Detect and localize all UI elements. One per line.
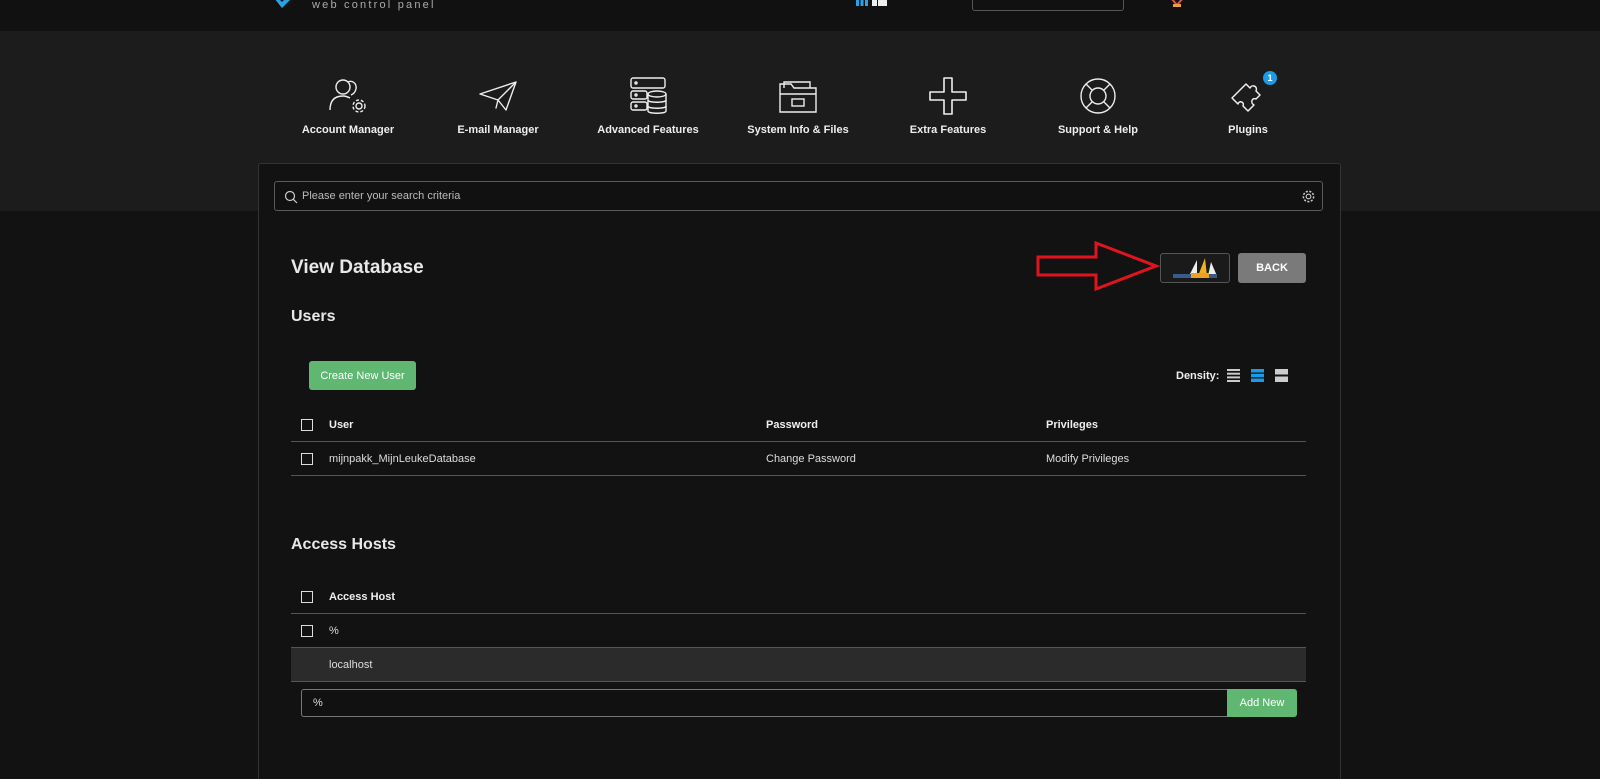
- nav-system-info-files[interactable]: System Info & Files: [723, 74, 873, 136]
- nav-label-advanced-features: Advanced Features: [597, 124, 699, 136]
- nav-label-system-info-files: System Info & Files: [747, 124, 849, 136]
- density-medium-icon[interactable]: [1251, 369, 1264, 382]
- user-row-checkbox[interactable]: [301, 453, 313, 465]
- lifebuoy-icon: [1080, 78, 1116, 114]
- nav-label-account-manager: Account Manager: [301, 124, 395, 136]
- column-header-password[interactable]: Password: [766, 419, 818, 431]
- nav-extra-features[interactable]: Extra Features: [873, 74, 1023, 136]
- plus-icon: [929, 77, 967, 115]
- nav-plugins[interactable]: 1 Plugins: [1173, 71, 1323, 136]
- phpmyadmin-button[interactable]: [1160, 253, 1230, 283]
- nav-label-plugins: Plugins: [1228, 124, 1268, 136]
- hosts-table-header: Access Host: [291, 580, 1306, 614]
- density-compact-icon[interactable]: [1227, 369, 1240, 382]
- nav-email-manager[interactable]: E-mail Manager: [423, 74, 573, 136]
- host-row-checkbox[interactable]: [301, 625, 313, 637]
- user-flag-icon[interactable]: [1170, 0, 1184, 7]
- nav-label-support-help: Support & Help: [1057, 124, 1139, 136]
- back-button[interactable]: BACK: [1238, 253, 1306, 283]
- column-header-user[interactable]: User: [329, 419, 353, 431]
- page-title: View Database: [291, 257, 424, 278]
- nav-label-extra-features: Extra Features: [909, 124, 987, 136]
- table-row: %: [291, 614, 1306, 648]
- phpmyadmin-logo-icon: [1173, 258, 1217, 278]
- folder-icon: [779, 81, 817, 113]
- table-row: localhost: [291, 648, 1306, 682]
- gear-icon[interactable]: [1301, 189, 1316, 204]
- search-bar: [274, 181, 1323, 211]
- nav-account-manager[interactable]: Account Manager: [273, 74, 423, 136]
- create-new-user-button[interactable]: Create New User: [309, 361, 416, 390]
- column-header-access-host[interactable]: Access Host: [329, 591, 395, 603]
- top-bar: web control panel: [0, 0, 1600, 31]
- language-select[interactable]: [972, 0, 1124, 11]
- server-database-icon: [630, 77, 667, 114]
- account-manager-icon: [329, 79, 366, 113]
- density-comfortable-icon[interactable]: [1275, 369, 1288, 382]
- access-host-cell: %: [329, 625, 339, 637]
- new-access-host-input[interactable]: [301, 689, 1227, 717]
- nav-advanced-features[interactable]: Advanced Features: [573, 74, 723, 136]
- red-arrow-icon: [1036, 240, 1160, 292]
- access-host-cell: localhost: [329, 659, 373, 671]
- modify-privileges-link[interactable]: Modify Privileges: [1046, 453, 1129, 465]
- users-section-title: Users: [291, 308, 336, 325]
- density-label: Density:: [1176, 370, 1220, 382]
- brand-check-icon[interactable]: [272, 0, 300, 12]
- users-table-header: User Password Privileges: [291, 408, 1306, 442]
- logo-subtitle: web control panel: [312, 0, 436, 11]
- select-all-hosts-checkbox[interactable]: [301, 591, 313, 603]
- select-all-users-checkbox[interactable]: [301, 419, 313, 431]
- access-hosts-section-title: Access Hosts: [291, 536, 396, 553]
- change-password-link[interactable]: Change Password: [766, 453, 856, 465]
- plugins-badge: 1: [1263, 71, 1277, 85]
- grid-icons[interactable]: [856, 0, 896, 6]
- add-new-host-button[interactable]: Add New: [1227, 689, 1297, 717]
- paper-plane-icon: [479, 81, 517, 111]
- column-header-privileges[interactable]: Privileges: [1046, 419, 1098, 431]
- nav-label-email-manager: E-mail Manager: [457, 124, 539, 136]
- table-row: mijnpakk_MijnLeukeDatabase Change Passwo…: [291, 442, 1306, 476]
- nav-support-help[interactable]: Support & Help: [1023, 74, 1173, 136]
- search-input[interactable]: [302, 186, 1282, 206]
- search-icon: [284, 190, 298, 204]
- user-name-cell: mijnpakk_MijnLeukeDatabase: [329, 453, 476, 465]
